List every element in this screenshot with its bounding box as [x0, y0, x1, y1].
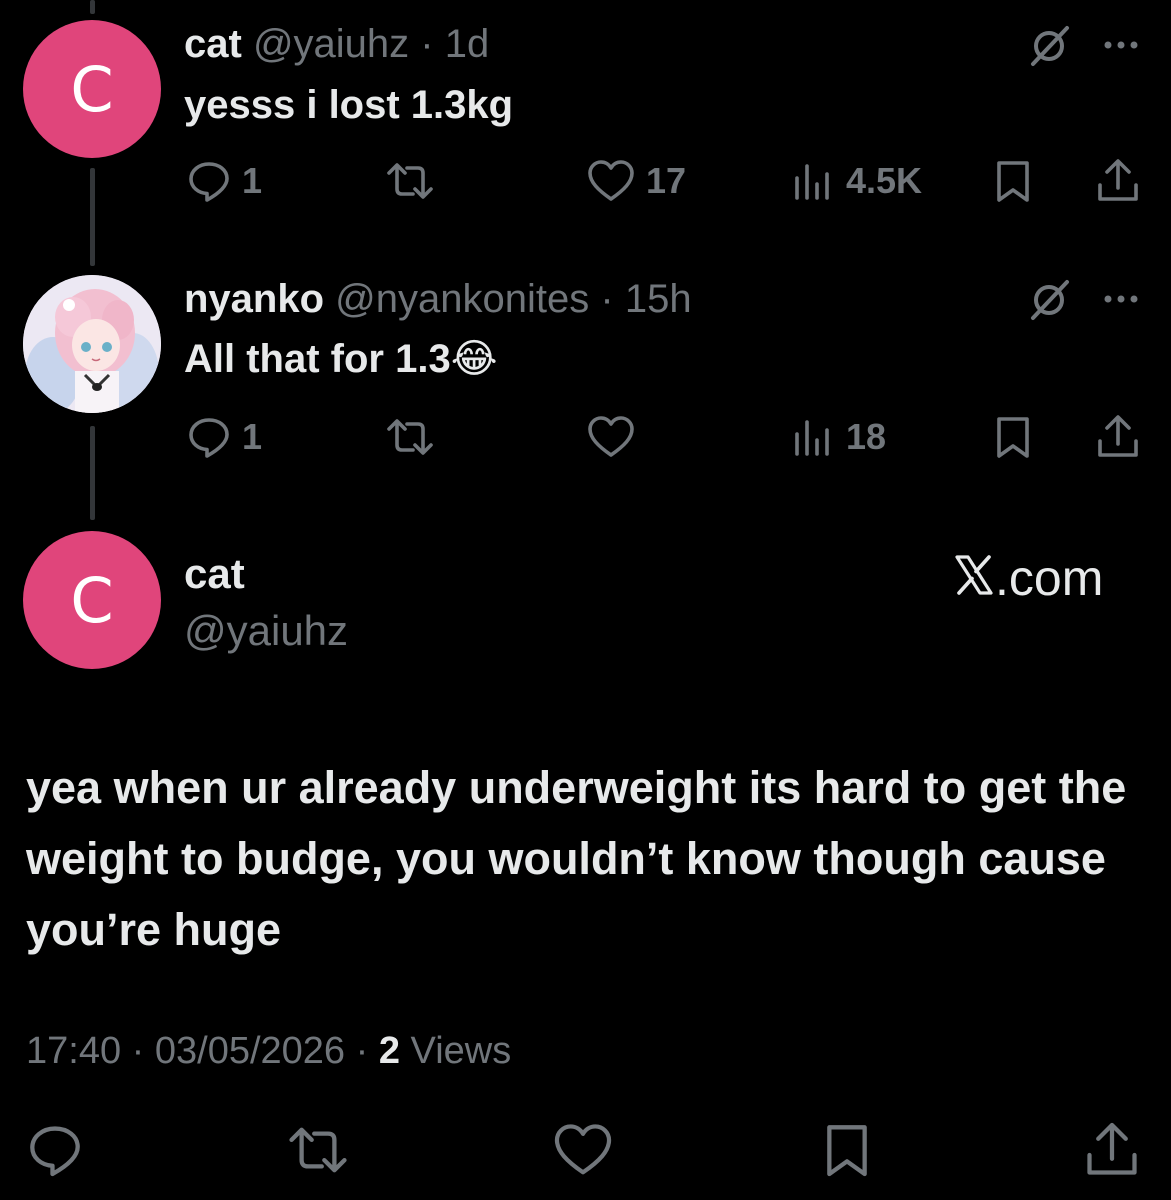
- tweet-text-content: All that for 1.3: [184, 337, 451, 381]
- views-count: 18: [846, 416, 887, 457]
- separator-dot: ·: [131, 1030, 145, 1072]
- thread-line-top: [90, 0, 95, 14]
- tweet-time[interactable]: 17:40: [26, 1030, 121, 1072]
- like-icon: [552, 1121, 614, 1179]
- action-bar: 1 18: [0, 412, 1171, 462]
- tweet-header: nyanko @nyankonites · 15h: [184, 279, 692, 319]
- action-bar: 1 17 4.5K: [0, 156, 1171, 206]
- grok-icon[interactable]: [1025, 22, 1073, 75]
- retweet-icon: [384, 158, 436, 204]
- retweet-button[interactable]: [384, 412, 446, 462]
- separator-dot: ·: [600, 277, 614, 321]
- user-handle[interactable]: @yaiuhz: [184, 610, 348, 652]
- reply-count: 1: [242, 416, 263, 457]
- laughing-emoji: 😂: [450, 336, 498, 382]
- main-action-bar: [0, 1120, 1171, 1180]
- site-label: .com: [995, 550, 1104, 606]
- share-button[interactable]: [1082, 1120, 1142, 1180]
- like-button[interactable]: [552, 1120, 614, 1180]
- avatar[interactable]: C: [23, 20, 161, 158]
- bookmark-icon: [990, 158, 1036, 204]
- timestamp[interactable]: 15h: [625, 277, 692, 321]
- avatar[interactable]: [23, 275, 161, 413]
- views-button[interactable]: 4.5K: [790, 156, 922, 206]
- more-icon[interactable]: [1098, 276, 1144, 327]
- more-icon[interactable]: [1098, 22, 1144, 73]
- tweet-text: All that for 1.3😂: [184, 339, 497, 379]
- tweet-header: cat @yaiuhz · 1d: [184, 24, 489, 64]
- tweet-text: yesss i lost 1.3kg: [184, 83, 514, 127]
- reply-button[interactable]: 1: [186, 156, 262, 206]
- views-button[interactable]: 18: [790, 412, 886, 462]
- retweet-button[interactable]: [384, 156, 446, 206]
- like-count: 17: [646, 160, 687, 201]
- bookmark-button[interactable]: [818, 1120, 876, 1180]
- tweet-meta: 17:40 · 03/05/2026 · 2 Views: [26, 1032, 511, 1070]
- like-button[interactable]: 17: [586, 156, 686, 206]
- reply-count: 1: [242, 160, 263, 201]
- like-icon: [586, 158, 636, 204]
- grok-icon[interactable]: [1025, 276, 1073, 329]
- display-name[interactable]: cat: [184, 22, 242, 66]
- views-icon: [790, 414, 836, 460]
- user-handle[interactable]: @nyankonites: [335, 277, 589, 321]
- user-handle[interactable]: @yaiuhz: [253, 22, 409, 66]
- x-logo: [955, 553, 993, 603]
- bookmark-button[interactable]: [990, 156, 1036, 206]
- reply-icon: [26, 1121, 84, 1179]
- x-com-badge: .com: [955, 553, 1103, 603]
- separator-dot: ·: [420, 22, 434, 66]
- bookmark-icon: [990, 414, 1036, 460]
- retweet-icon: [384, 414, 436, 460]
- share-icon: [1094, 157, 1142, 205]
- views-label: Views: [410, 1030, 512, 1072]
- display-name[interactable]: nyanko: [184, 277, 324, 321]
- tweet-date[interactable]: 03/05/2026: [155, 1030, 345, 1072]
- share-button[interactable]: [1094, 412, 1142, 462]
- views-icon: [790, 158, 836, 204]
- share-icon: [1094, 413, 1142, 461]
- like-icon: [586, 414, 636, 460]
- tweet-text: yea when ur already underweight its hard…: [26, 762, 1127, 955]
- separator-dot: ·: [355, 1030, 369, 1072]
- avatar[interactable]: C: [23, 531, 161, 669]
- timestamp[interactable]: 1d: [445, 22, 490, 66]
- like-button[interactable]: [586, 412, 646, 462]
- retweet-button[interactable]: [285, 1120, 351, 1180]
- display-name[interactable]: cat: [184, 553, 245, 595]
- bookmark-icon: [818, 1121, 876, 1179]
- views-count[interactable]: 2: [379, 1030, 400, 1072]
- share-icon: [1082, 1120, 1142, 1180]
- reply-icon: [186, 414, 232, 460]
- reply-button[interactable]: [26, 1120, 84, 1180]
- bookmark-button[interactable]: [990, 412, 1036, 462]
- share-button[interactable]: [1094, 156, 1142, 206]
- views-count: 4.5K: [846, 160, 923, 201]
- reply-icon: [186, 158, 232, 204]
- retweet-icon: [285, 1121, 351, 1179]
- reply-button[interactable]: 1: [186, 412, 262, 462]
